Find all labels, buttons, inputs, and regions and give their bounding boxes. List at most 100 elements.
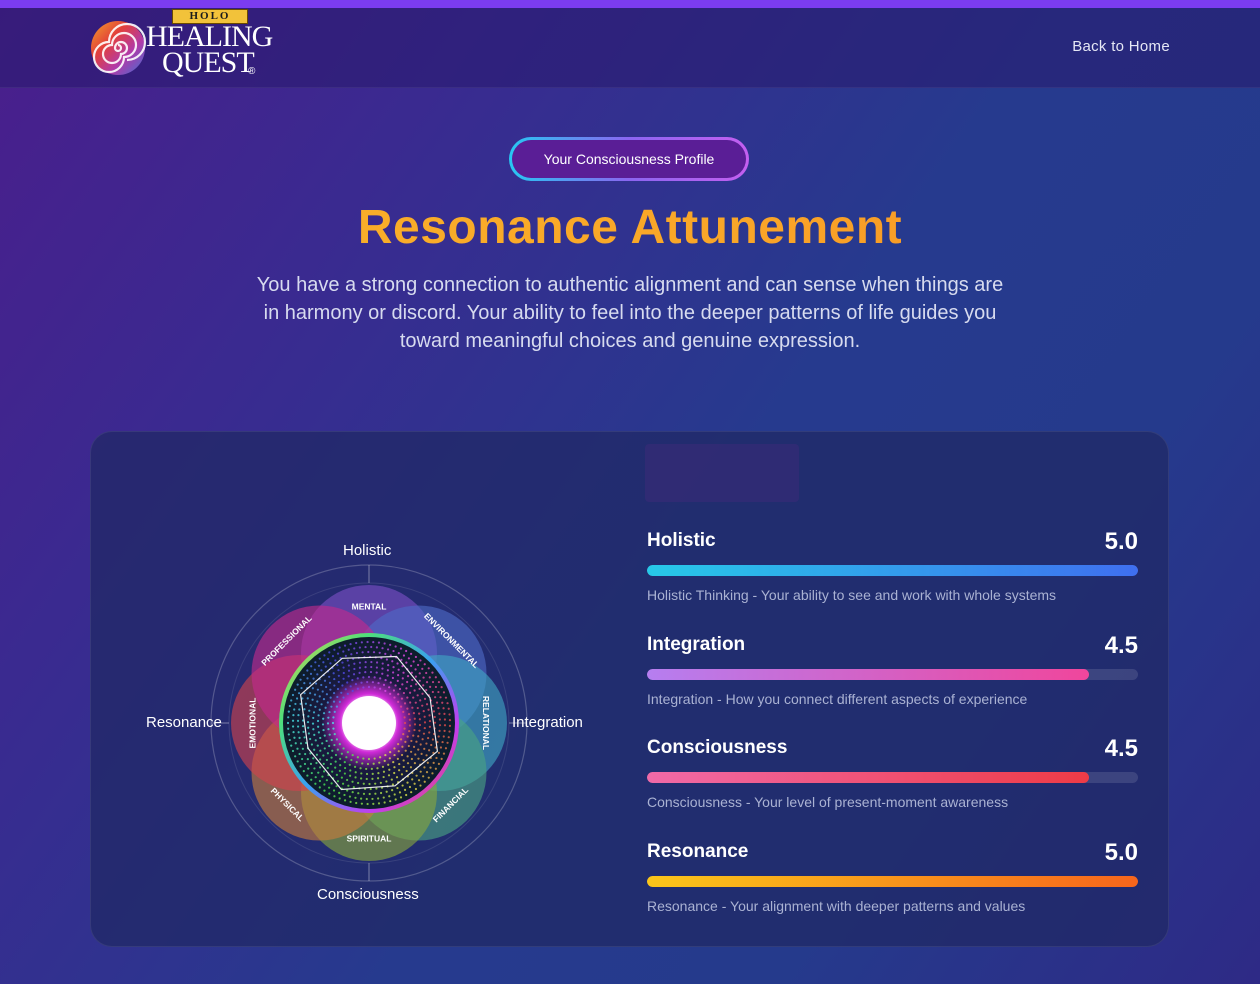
core-dot — [310, 771, 313, 775]
core-dot — [423, 663, 426, 666]
core-dot — [346, 681, 349, 684]
core-dot — [336, 652, 340, 655]
core-dot — [314, 705, 317, 708]
core-dot — [419, 784, 422, 787]
core-dot — [361, 651, 364, 654]
core-dot — [322, 717, 325, 720]
core-dot — [346, 692, 349, 695]
core-dot — [366, 762, 370, 766]
core-dot — [326, 657, 330, 661]
core-dot — [397, 668, 400, 671]
core-dot — [435, 756, 438, 760]
core-dot — [444, 696, 448, 699]
core-dot — [310, 778, 313, 781]
core-dot — [360, 681, 363, 684]
core-dot — [338, 700, 341, 703]
core-dot — [410, 791, 413, 794]
metric-bar-track — [647, 668, 1138, 680]
core-dot — [415, 774, 418, 777]
core-dot — [386, 674, 389, 677]
core-dot — [346, 778, 349, 782]
core-dot — [342, 696, 345, 699]
core-dot — [311, 722, 315, 725]
core-dot — [393, 771, 396, 775]
core-dot — [429, 766, 432, 769]
core-dot — [403, 727, 406, 730]
core-dot — [349, 685, 352, 688]
core-dot — [408, 718, 411, 721]
core-dot — [431, 671, 434, 674]
core-dot — [397, 674, 400, 677]
core-dot — [418, 718, 421, 721]
core-dot — [290, 744, 293, 747]
core-center — [342, 696, 396, 750]
core-dot — [306, 757, 309, 761]
core-dot — [357, 781, 360, 785]
profile-pill: Your Consciousness Profile — [509, 137, 749, 181]
core-dot — [388, 686, 391, 689]
core-dot — [374, 782, 377, 785]
core-dot — [421, 738, 424, 741]
core-dot — [357, 792, 360, 795]
core-dot — [296, 725, 300, 728]
core-dot — [330, 705, 333, 708]
core-dot — [425, 671, 428, 675]
core-dot — [365, 797, 368, 801]
core-dot — [431, 704, 434, 707]
core-dot — [397, 693, 400, 696]
site-header: HOLO HEALING QUEST ® Back to Home — [0, 8, 1260, 88]
core-dot — [325, 758, 329, 762]
core-dot — [437, 762, 441, 765]
core-dot — [291, 719, 295, 722]
core-dot — [396, 679, 399, 683]
logo-registered-mark: ® — [248, 66, 256, 77]
profile-pill-label: Your Consciousness Profile — [512, 140, 746, 178]
core-dot — [397, 743, 400, 746]
core-dot — [408, 691, 412, 694]
core-dot — [362, 676, 365, 679]
core-dot — [370, 660, 373, 664]
core-dot — [318, 708, 321, 711]
core-dot — [358, 661, 362, 664]
core-dot — [355, 641, 358, 645]
core-dot — [303, 736, 306, 739]
core-dot — [343, 761, 346, 764]
core-dot — [354, 771, 357, 774]
core-dot — [405, 661, 408, 664]
core-dot — [368, 792, 371, 796]
core-dot — [316, 700, 319, 703]
core-dot — [345, 756, 348, 759]
core-dot — [297, 731, 300, 734]
core-dot — [439, 696, 442, 699]
core-dot — [377, 772, 380, 775]
core-dot — [407, 744, 410, 748]
core-dot — [333, 795, 336, 798]
metric-name: Integration — [647, 633, 746, 655]
core-dot — [348, 795, 352, 798]
core-dot — [408, 724, 412, 727]
core-dot — [296, 683, 299, 686]
core-dot — [405, 687, 408, 690]
core-dot — [413, 717, 416, 720]
core-dot — [349, 800, 352, 803]
brand-logo[interactable]: HOLO HEALING QUEST ® — [88, 8, 278, 87]
core-dot — [336, 687, 340, 691]
core-dot — [411, 706, 414, 709]
metric-resonance: Resonance 5.0 Resonance - Your alignment w… — [647, 839, 1138, 931]
core-dot — [347, 669, 351, 672]
core-dot — [306, 677, 309, 680]
core-dot — [331, 655, 335, 658]
core-dot — [347, 664, 350, 667]
core-dot — [293, 736, 296, 739]
core-dot — [377, 682, 380, 685]
core-dot — [410, 664, 413, 667]
core-dot — [403, 788, 407, 791]
core-dot — [381, 667, 384, 670]
core-dot — [443, 729, 446, 732]
core-dot — [317, 664, 321, 667]
core-dot — [448, 719, 452, 722]
back-to-home-link[interactable]: Back to Home — [1072, 38, 1170, 55]
core-dot — [329, 662, 332, 665]
core-dot — [301, 757, 304, 761]
metric-description: Holistic Thinking - Your ability to see … — [647, 587, 1057, 603]
